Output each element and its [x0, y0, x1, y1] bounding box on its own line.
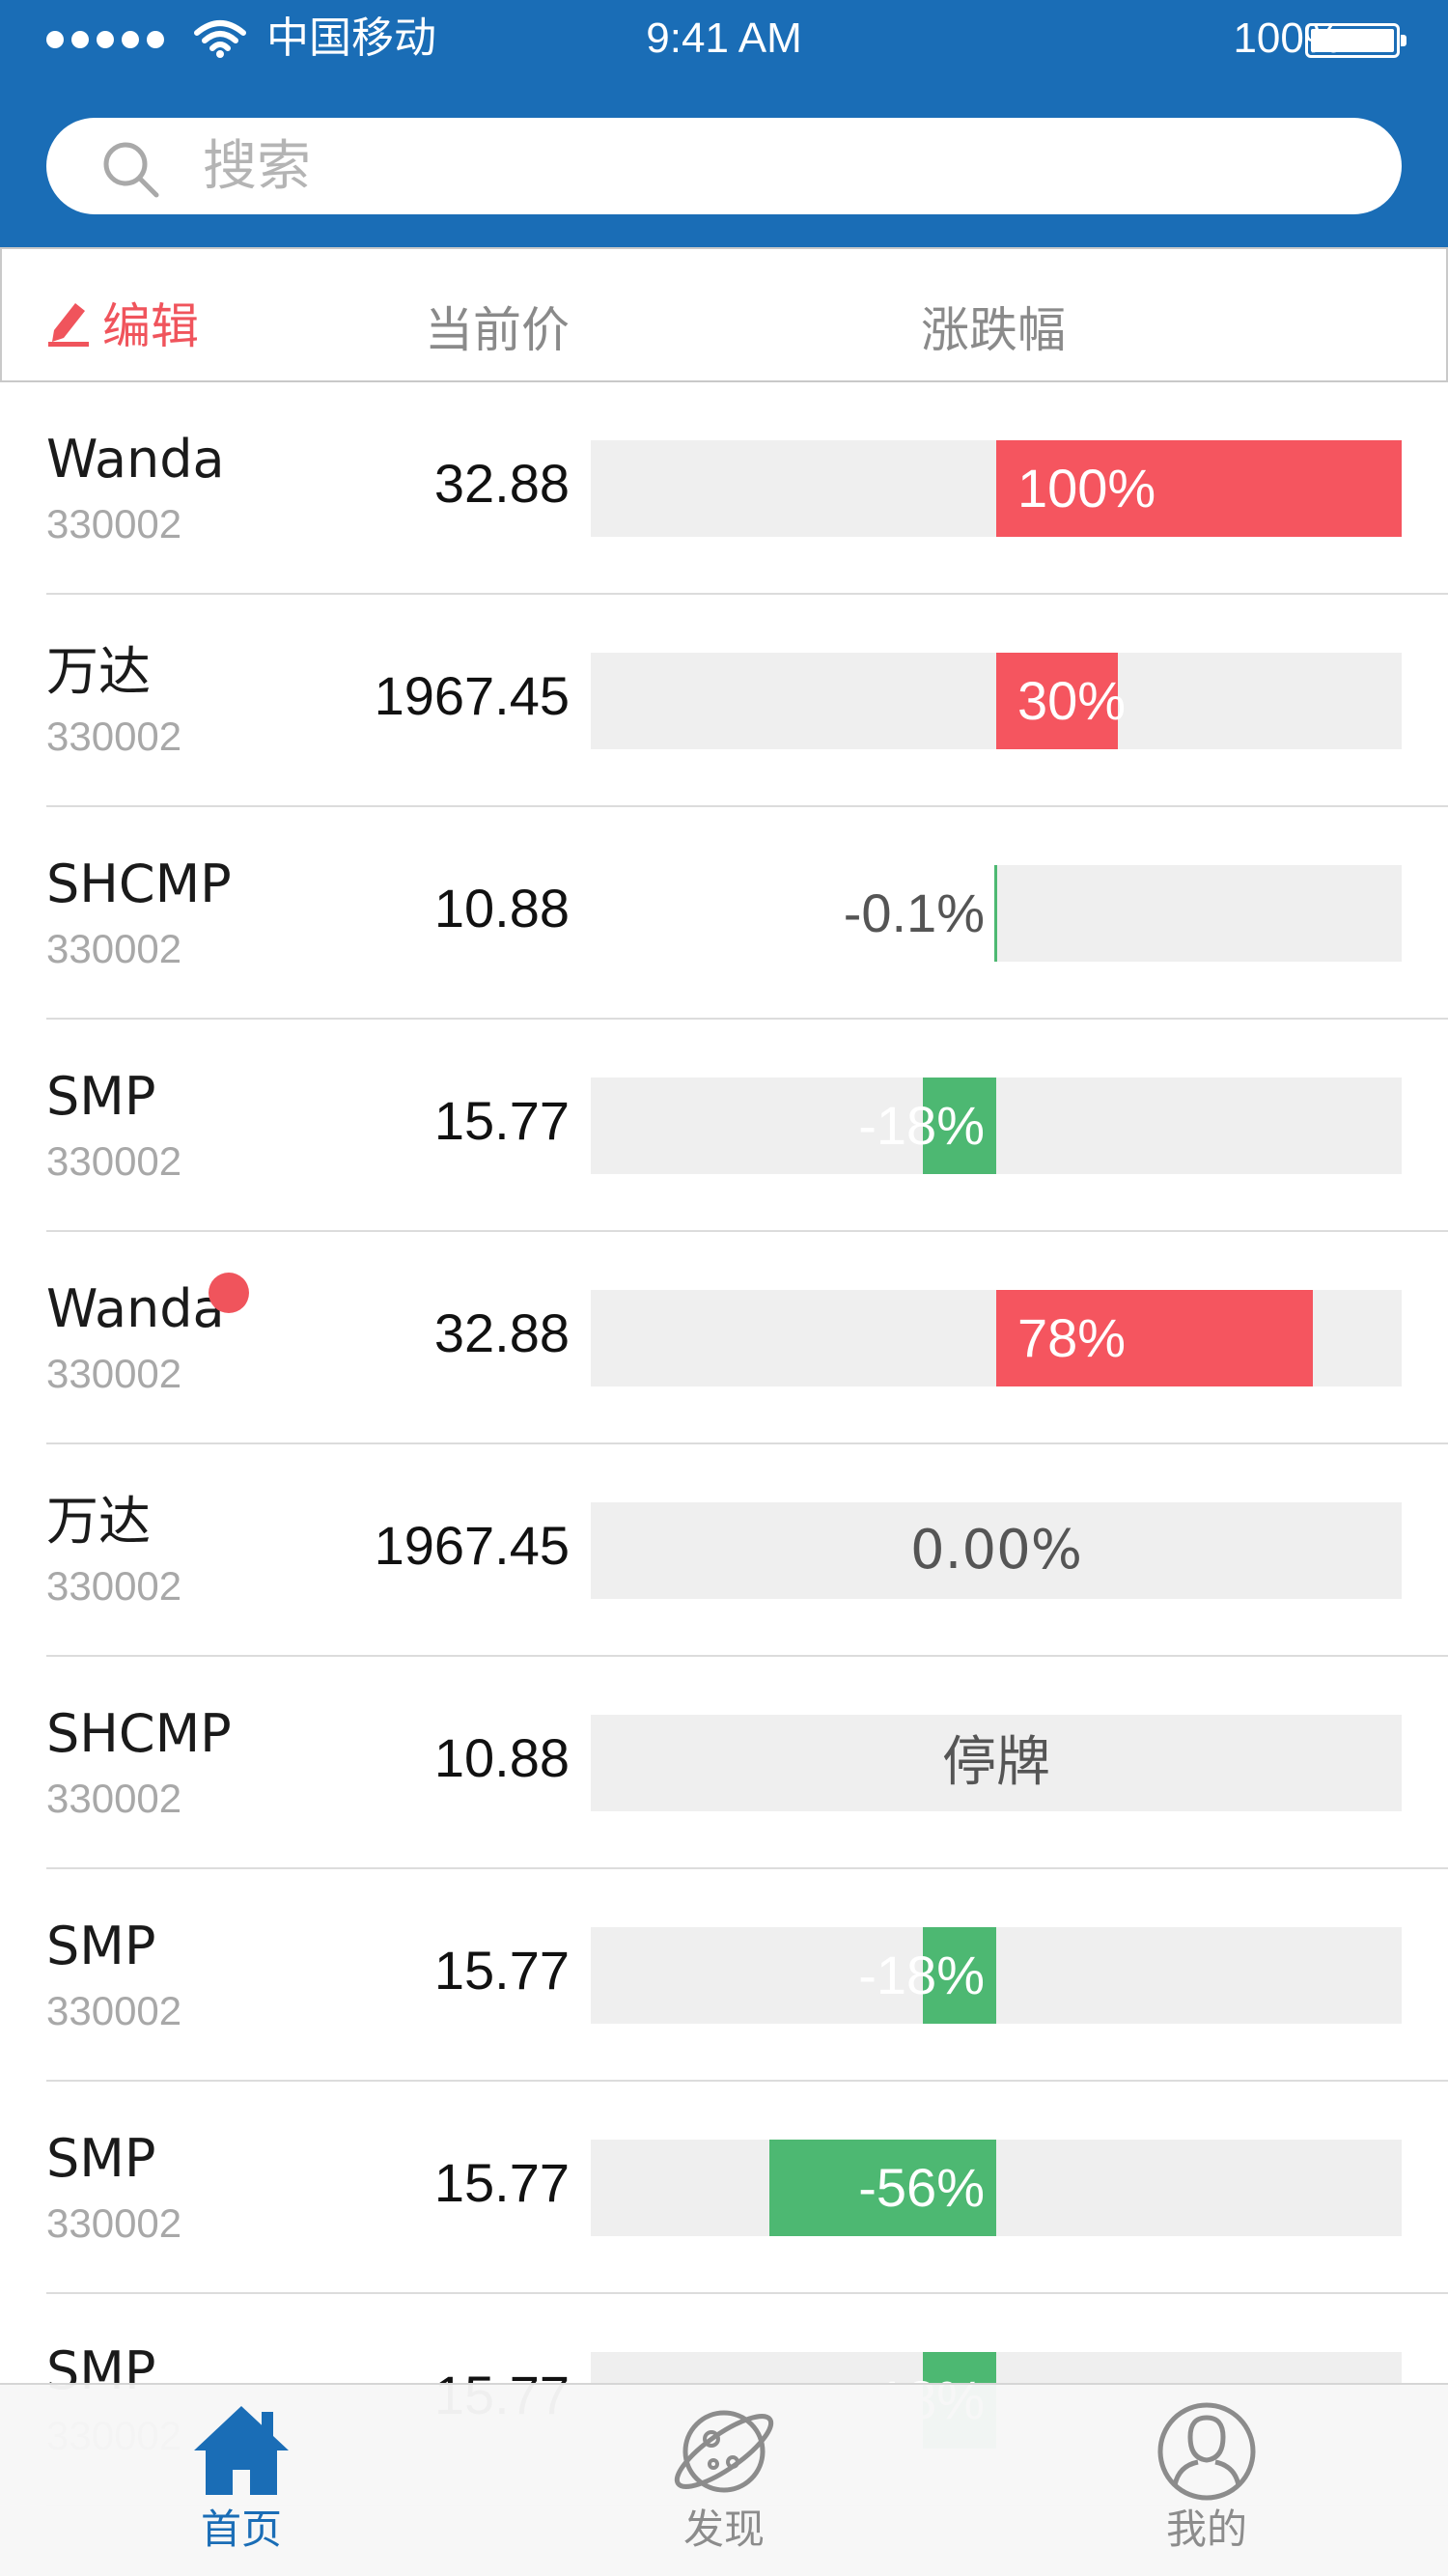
- stock-row[interactable]: SMP 330002 15.77 -18%: [0, 1869, 1448, 2082]
- stock-price: 15.77: [433, 2152, 570, 2213]
- stock-code: 330002: [46, 501, 182, 546]
- change-label: -0.1%: [843, 882, 985, 943]
- tab-profile[interactable]: 我的: [1110, 2398, 1303, 2572]
- stock-code: 330002: [46, 1351, 182, 1396]
- change-bar-track-right: [996, 865, 1402, 962]
- search-bar[interactable]: [46, 118, 1402, 214]
- stock-row[interactable]: SMP 330002 15.77 -56%: [0, 2082, 1448, 2294]
- tab-home-label: 首页: [200, 2506, 282, 2553]
- stock-price: 15.77: [433, 1090, 570, 1151]
- stock-name: SHCMP: [46, 1703, 232, 1764]
- stock-code: 330002: [46, 1776, 182, 1821]
- stock-name: 万达: [46, 641, 151, 702]
- battery-icon: [1305, 23, 1406, 58]
- tab-home[interactable]: 首页: [145, 2398, 338, 2572]
- change-bar-down: [994, 865, 997, 962]
- change-bar-track: 100%: [591, 440, 1402, 537]
- home-icon: [194, 2406, 289, 2495]
- tab-discover-label: 发现: [682, 2506, 765, 2553]
- change-label: 停牌: [942, 1731, 1050, 1794]
- stock-row[interactable]: Wanda 330002 32.88 100%: [0, 382, 1448, 595]
- tab-profile-label: 我的: [1165, 2506, 1247, 2553]
- tab-bar: 首页 发现 我的: [0, 2383, 1448, 2576]
- stock-price: 10.88: [433, 878, 570, 938]
- change-label: 30%: [1017, 670, 1127, 731]
- change-bar-track: -0.1%: [591, 865, 1402, 962]
- notification-dot: [209, 1273, 249, 1313]
- change-bar-track: -18%: [591, 1927, 1402, 2024]
- pencil-icon: [48, 303, 89, 347]
- stock-code: 330002: [46, 2200, 182, 2246]
- stock-price: 1967.45: [374, 665, 570, 726]
- stock-price: 10.88: [433, 1727, 570, 1788]
- column-header: 编辑 当前价 涨跌幅: [0, 247, 1448, 382]
- column-change-header[interactable]: 涨跌幅: [921, 292, 1066, 361]
- stock-code: 330002: [46, 1988, 182, 2033]
- change-label: 100%: [1017, 458, 1156, 518]
- search-icon: [103, 142, 159, 198]
- change-bar-track: -56%: [591, 2140, 1402, 2236]
- status-bar: 中国移动 9:41 AM 100%: [0, 0, 1448, 77]
- stock-code: 330002: [46, 1138, 182, 1184]
- change-label: -18%: [858, 1095, 985, 1156]
- stock-name: Wanda: [46, 1278, 225, 1339]
- stock-name: SMP: [46, 1916, 156, 1976]
- stock-row[interactable]: SMP 330002 15.77 -18%: [0, 1020, 1448, 1232]
- planet-icon: [674, 2410, 774, 2493]
- search-input[interactable]: [203, 129, 1342, 203]
- stock-price: 15.77: [433, 1940, 570, 2001]
- stock-row[interactable]: 万达 330002 1967.45 0.00%: [0, 1444, 1448, 1657]
- change-bar-track: -18%: [591, 1078, 1402, 1174]
- stock-row[interactable]: Wanda 330002 32.88 78%: [0, 1232, 1448, 1444]
- watchlist: Wanda 330002 32.88 100% 万达 330002 1967.45 30%…: [0, 382, 1448, 2506]
- stock-price: 32.88: [433, 453, 570, 514]
- stock-code: 330002: [46, 714, 182, 759]
- stock-name: SMP: [46, 2128, 156, 2189]
- change-label: 78%: [1017, 1307, 1127, 1368]
- header: 中国移动 9:41 AM 100%: [0, 0, 1448, 247]
- stock-row[interactable]: SHCMP 330002 10.88 停牌: [0, 1657, 1448, 1869]
- change-label: -18%: [858, 1945, 985, 2005]
- stock-name: Wanda: [46, 429, 225, 490]
- stock-code: 330002: [46, 1563, 182, 1609]
- stock-row[interactable]: SHCMP 330002 10.88 -0.1%: [0, 807, 1448, 1020]
- stock-row[interactable]: 万达 330002 1967.45 30%: [0, 595, 1448, 807]
- stock-name: SHCMP: [46, 854, 232, 914]
- stock-price: 32.88: [433, 1302, 570, 1363]
- change-label: -56%: [858, 2157, 985, 2218]
- change-bar-track: 78%: [591, 1290, 1402, 1386]
- status-time: 9:41 AM: [646, 14, 802, 62]
- edit-label: 编辑: [102, 298, 199, 354]
- stock-name: 万达: [46, 1491, 151, 1552]
- column-price-header[interactable]: 当前价: [425, 292, 570, 361]
- edit-button[interactable]: 编辑: [46, 288, 199, 357]
- change-bar-track: 停牌: [591, 1715, 1402, 1811]
- stock-price: 1967.45: [374, 1515, 570, 1576]
- change-bar-track: 30%: [591, 653, 1402, 749]
- change-label: 0.00%: [910, 1519, 1082, 1582]
- change-bar-track: 0.00%: [591, 1502, 1402, 1599]
- stock-name: SMP: [46, 1066, 156, 1127]
- user-icon: [1157, 2402, 1256, 2501]
- tab-discover[interactable]: 发现: [627, 2398, 821, 2572]
- stock-code: 330002: [46, 926, 182, 971]
